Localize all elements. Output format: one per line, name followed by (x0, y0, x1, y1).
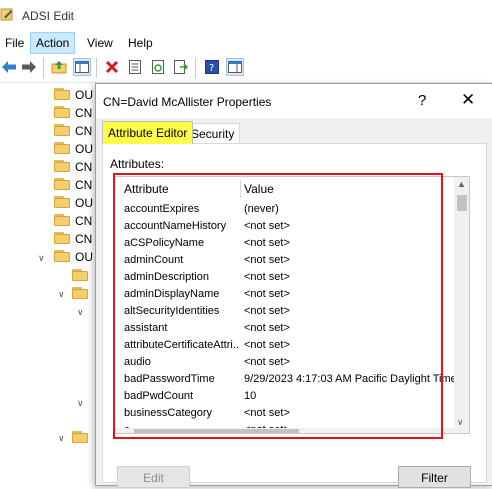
menu-view[interactable]: View (82, 32, 118, 54)
export-list-icon[interactable] (172, 58, 190, 76)
filter-button[interactable]: Filter (398, 466, 471, 488)
scroll-down-icon[interactable]: ∨ (457, 417, 464, 428)
dialog-tabs: Attribute Editor Security (96, 121, 492, 144)
list-header: Attribute Value (114, 177, 454, 201)
chevron-down-icon[interactable]: ∨ (38, 253, 48, 263)
tab-attribute-editor[interactable]: Attribute Editor (102, 121, 194, 144)
help-icon[interactable]: ? (203, 58, 221, 76)
folder-icon (54, 214, 70, 226)
app-title: ADSI Edit (22, 9, 75, 23)
horizontal-scroll-thumb[interactable] (134, 429, 299, 433)
table-row[interactable]: accountExpires (never) (114, 201, 454, 218)
folder-icon (54, 160, 70, 172)
table-row[interactable]: audio <not set> (114, 354, 454, 371)
table-row[interactable]: assistant <not set> (114, 320, 454, 337)
column-separator[interactable] (240, 180, 241, 198)
table-row[interactable]: adminDisplayName <not set> (114, 286, 454, 303)
column-header-attribute[interactable]: Attribute (124, 177, 169, 201)
properties-icon[interactable] (126, 58, 144, 76)
dialog-help-button[interactable]: ? (418, 92, 426, 109)
folder-icon (72, 287, 88, 299)
folder-icon (54, 232, 70, 244)
table-row[interactable]: adminCount <not set> (114, 252, 454, 269)
delete-icon[interactable] (103, 58, 121, 76)
show-hide-tree-icon[interactable] (73, 58, 91, 76)
chevron-down-icon[interactable]: ∨ (58, 289, 68, 299)
forward-icon[interactable] (20, 58, 38, 76)
folder-icon (54, 88, 70, 100)
toolbar: ? (0, 54, 492, 83)
menu-action[interactable]: Action (30, 32, 76, 54)
folder-icon (54, 178, 70, 190)
folder-icon (54, 250, 70, 262)
app-titlebar: ADSI Edit (0, 0, 492, 32)
toolbar-separator (195, 58, 196, 78)
chevron-down-icon[interactable]: ∨ (58, 433, 68, 443)
adsi-edit-icon (0, 8, 13, 21)
table-row[interactable]: businessCategory <not set> (114, 405, 454, 422)
dialog-titlebar: CN=David McAllister Properties ? ✕ (96, 84, 492, 118)
menu-help[interactable]: Help (123, 32, 158, 54)
table-row[interactable]: adminDescription <not set> (114, 269, 454, 286)
table-row[interactable]: attributeCertificateAttri... <not set> (114, 337, 454, 354)
chevron-down-icon[interactable]: ∨ (77, 307, 87, 317)
attributes-list[interactable]: Attribute Value accountExpires (never) ac… (113, 176, 470, 434)
show-action-pane-icon[interactable] (226, 58, 244, 76)
column-header-value[interactable]: Value (244, 177, 274, 201)
edit-button[interactable]: Edit (117, 466, 190, 488)
table-row[interactable]: badPasswordTime 9/29/2023 4:17:03 AM Paci… (114, 371, 454, 388)
vertical-scrollbar[interactable]: ▲ ∨ (454, 177, 469, 433)
dialog-close-button[interactable]: ✕ (461, 90, 475, 110)
table-row[interactable]: aCSPolicyName <not set> (114, 235, 454, 252)
menubar: File Action View Help (0, 32, 492, 54)
vertical-scroll-thumb[interactable] (457, 195, 467, 211)
table-row[interactable]: altSecurityIdentities <not set> (114, 303, 454, 320)
properties-dialog: CN=David McAllister Properties ? ✕ Attri… (95, 83, 492, 488)
dialog-title: CN=David McAllister Properties (103, 95, 272, 109)
toolbar-separator (96, 58, 97, 78)
back-icon[interactable] (0, 58, 18, 76)
horizontal-scrollbar[interactable] (114, 428, 454, 433)
table-row[interactable]: accountNameHistory <not set> (114, 218, 454, 235)
folder-icon (54, 142, 70, 154)
folder-icon (72, 431, 88, 443)
toolbar-separator (43, 58, 44, 78)
up-folder-icon[interactable] (50, 58, 68, 76)
chevron-down-icon[interactable]: ∨ (77, 398, 87, 408)
svg-text:?: ? (209, 63, 214, 74)
refresh-icon[interactable] (149, 58, 167, 76)
folder-icon (54, 124, 70, 136)
menu-file[interactable]: File (0, 32, 29, 54)
folder-icon (54, 106, 70, 118)
folder-icon (54, 196, 70, 208)
attributes-label: Attributes: (110, 157, 165, 171)
table-row[interactable]: badPwdCount 10 (114, 388, 454, 405)
tree-pane: OU CN CN OU CN CN OU CN CN ∨ OU ∨ ∨ ∨ ∨ (0, 83, 110, 484)
folder-icon (72, 269, 88, 281)
scroll-up-icon[interactable]: ▲ (457, 179, 466, 189)
